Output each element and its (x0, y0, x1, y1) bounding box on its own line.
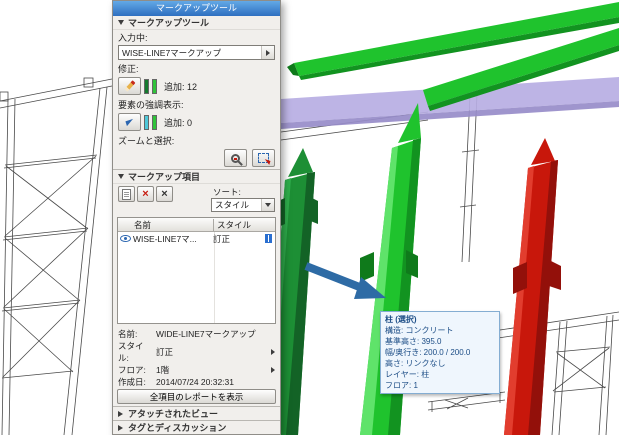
detail-row-style: スタイル: 訂正 (118, 340, 275, 364)
active-markup-value: WISE-LINE7マークアップ (122, 47, 221, 59)
zoom-select-row (113, 147, 280, 169)
sort-control: ソート: スタイル (211, 186, 275, 215)
correction-label: 修正: (113, 61, 280, 75)
section-markup-tool[interactable]: マークアップツール (113, 16, 280, 30)
element-info-tooltip: 柱 (選択) 構造: コンクリート 基準高さ: 395.0 幅/奥行き: 200… (380, 311, 500, 394)
section-tags-discussion[interactable]: タグとディスカッション (113, 420, 280, 434)
column-header-style[interactable]: スタイル (213, 219, 275, 231)
section-attached-views[interactable]: アタッチされたビュー (113, 406, 280, 420)
tooltip-line-floor: フロア: 1 (385, 380, 495, 391)
zoom-to-items-button[interactable] (224, 149, 247, 167)
floor-flyout-icon[interactable] (271, 367, 275, 373)
correction-row: 追加: 12 (113, 75, 280, 97)
sort-label: ソート: (211, 186, 275, 198)
tooltip-line-structure: 構造: コンクリート (385, 325, 495, 336)
detail-style-value[interactable]: 訂正 (156, 346, 269, 358)
highlight-count: 追加: 0 (164, 116, 192, 129)
detail-name-value[interactable]: WIDE-LINE7マークアップ (156, 328, 275, 340)
highlight-cyan-swatch[interactable] (144, 115, 149, 130)
tooltip-line-base-height: 基準高さ: 395.0 (385, 336, 495, 347)
tooltip-line-height: 高さ: リンクなし (385, 358, 495, 369)
delete-x-icon: × (142, 189, 148, 200)
items-toolbar: × × ソート: スタイル (113, 184, 280, 216)
correction-dark-color-swatch[interactable] (144, 79, 149, 94)
detail-floor-value[interactable]: 1階 (156, 364, 269, 376)
select-items-button[interactable] (252, 149, 275, 167)
marquee-select-icon (258, 153, 269, 163)
active-markup-combo[interactable]: WISE-LINE7マークアップ (118, 45, 275, 60)
delete-markup-item-button[interactable]: × (137, 186, 154, 202)
list-item-name: WISE-LINE7マ... (133, 233, 211, 245)
list-item-style-value: 訂正 (213, 233, 230, 245)
new-page-icon (122, 189, 131, 200)
palette-title: マークアップツール (156, 3, 237, 13)
correction-count: 追加: 12 (164, 80, 197, 93)
cursor-icon (125, 118, 134, 125)
markup-items-list[interactable]: WISE-LINE7マ... 訂正 (118, 232, 275, 323)
column-header-name[interactable]: 名前 (118, 219, 213, 231)
sort-dropdown-button[interactable] (261, 199, 274, 211)
correction-color-swatch[interactable] (152, 79, 157, 94)
chevron-right-icon (266, 50, 270, 56)
3d-viewport[interactable] (0, 0, 619, 435)
markup-tool-palette: マークアップツール マークアップツール 入力中: WISE-LINE7マークアッ… (112, 0, 281, 435)
list-item[interactable]: WISE-LINE7マ... 訂正 (118, 232, 275, 245)
tooltip-title: 柱 (選択) (385, 314, 495, 325)
list-header: 名前 スタイル (118, 218, 275, 232)
item-details: 名前: WIDE-LINE7マークアップ スタイル: 訂正 フロア: 1階 作成… (113, 326, 280, 388)
green-beam-top[interactable] (287, 2, 619, 80)
report-button-row: 全項目のレポートを表示 (113, 388, 280, 406)
new-markup-item-button[interactable] (118, 186, 135, 202)
clear-x-icon: × (161, 189, 167, 200)
highlight-row: 追加: 0 (113, 111, 280, 133)
section-markup-items[interactable]: マークアップ項目 (113, 169, 280, 184)
highlight-green-swatch[interactable] (152, 115, 157, 130)
markup-items-listbox: 名前 スタイル WISE-LINE7マ... 訂正 (117, 217, 276, 324)
detail-name-label: 名前: (118, 328, 154, 340)
expand-icon (118, 411, 123, 417)
detail-style-label: スタイル: (118, 340, 154, 364)
collapse-icon (118, 174, 124, 179)
detail-row-name: 名前: WIDE-LINE7マークアップ (118, 328, 275, 340)
section-attached-views-label: アタッチされたビュー (128, 407, 218, 420)
detail-floor-label: フロア: (118, 364, 154, 376)
detail-row-created: 作成日: 2014/07/24 20:32:31 (118, 376, 275, 388)
section-markup-items-label: マークアップ項目 (128, 170, 200, 183)
palette-titlebar[interactable]: マークアップツール (113, 1, 280, 16)
markup-status-icon (265, 234, 272, 243)
sort-combo[interactable]: スタイル (211, 198, 275, 212)
pen-icon (124, 80, 135, 92)
clear-markup-items-button[interactable]: × (156, 186, 173, 202)
collapse-icon (118, 20, 124, 25)
highlight-pick-button[interactable] (118, 113, 141, 131)
expand-icon (118, 425, 123, 431)
highlight-label: 要素の強調表示: (113, 97, 280, 111)
detail-created-value: 2014/07/24 20:32:31 (156, 377, 275, 387)
style-flyout-icon[interactable] (271, 349, 275, 355)
tooltip-line-layer: レイヤー: 柱 (385, 369, 495, 380)
detail-row-floor: フロア: 1階 (118, 364, 275, 376)
detail-created-label: 作成日: (118, 376, 154, 388)
app-window: 柱 (選択) 構造: コンクリート 基準高さ: 395.0 幅/奥行き: 200… (0, 0, 619, 435)
chevron-down-icon (265, 203, 271, 207)
section-tags-discussion-label: タグとディスカッション (128, 421, 226, 434)
active-markup-combo-row: WISE-LINE7マークアップ (113, 44, 280, 61)
tooltip-line-width-depth: 幅/奥行き: 200.0 / 200.0 (385, 347, 495, 358)
correction-pen-button[interactable] (118, 77, 141, 95)
magnifier-icon (231, 154, 240, 163)
sort-value: スタイル (215, 199, 249, 211)
zoom-select-label: ズームと選択: (113, 133, 280, 147)
items-toolbar-buttons: × × (118, 186, 173, 215)
red-column[interactable] (504, 138, 561, 435)
combo-flyout-button[interactable] (261, 46, 274, 59)
input-label: 入力中: (113, 30, 280, 44)
list-item-style: 訂正 (213, 233, 273, 245)
visibility-eye-icon[interactable] (120, 235, 131, 242)
show-report-button[interactable]: 全項目のレポートを表示 (117, 389, 276, 404)
section-markup-tool-label: マークアップツール (128, 16, 209, 29)
